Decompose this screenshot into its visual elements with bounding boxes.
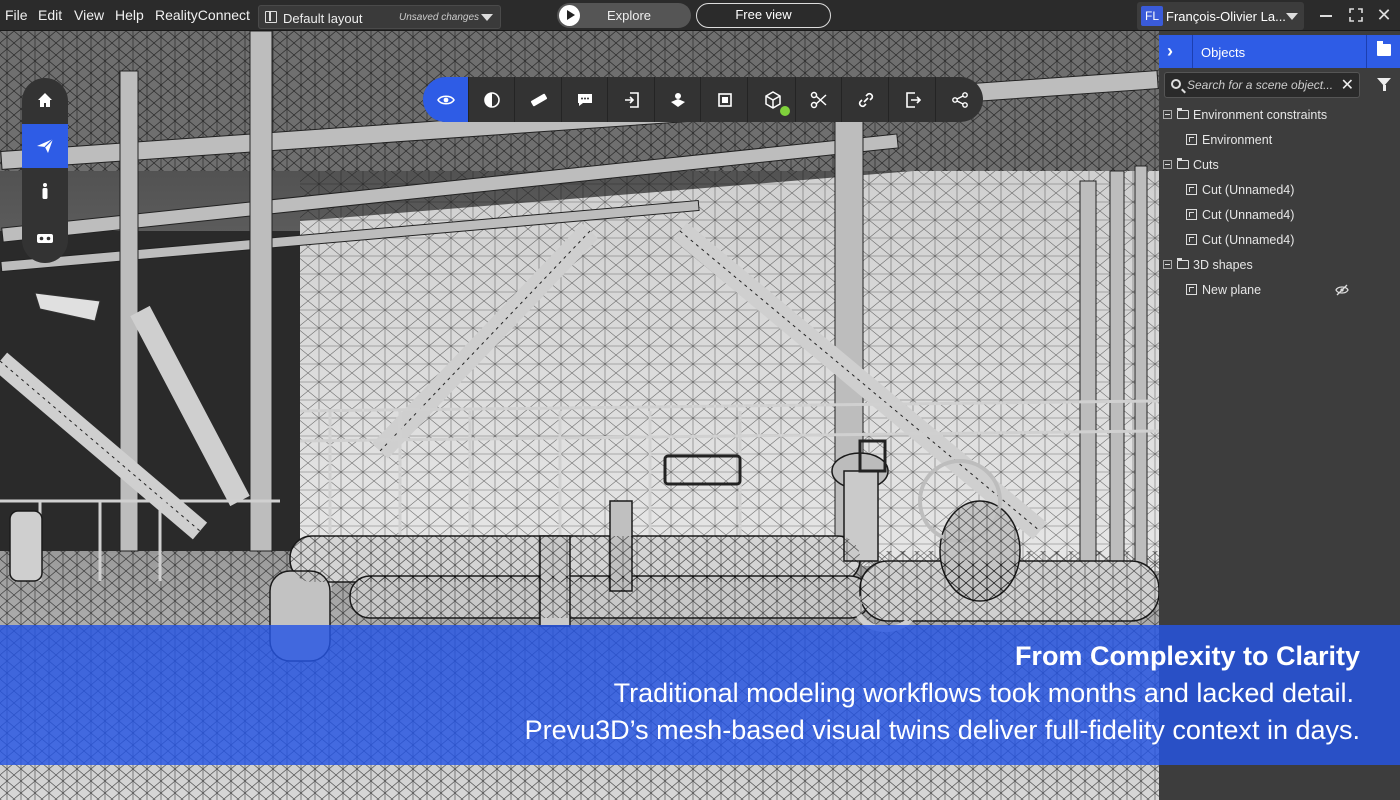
- minimize-icon[interactable]: [1314, 4, 1338, 26]
- tool-annotate[interactable]: [562, 77, 608, 122]
- tool-object[interactable]: [750, 77, 796, 122]
- objects-panel-header: › Objects: [1159, 35, 1400, 68]
- chevron-down-icon: [1286, 13, 1298, 20]
- cube-icon: [1186, 134, 1197, 145]
- link-icon: [858, 92, 874, 108]
- fullscreen-icon[interactable]: [1344, 4, 1368, 26]
- banner-line-1: Traditional modeling workflows took mont…: [613, 678, 1354, 708]
- tool-share[interactable]: [937, 77, 983, 122]
- tools-toolbar: [423, 77, 983, 122]
- explore-label: Explore: [606, 8, 652, 23]
- tree-label: Environment: [1202, 133, 1273, 147]
- person-icon: [42, 183, 48, 199]
- menu-help[interactable]: Help: [115, 7, 144, 23]
- tree-group-3d-shapes[interactable]: 3D shapes: [1159, 253, 1400, 278]
- tree-group-cuts[interactable]: Cuts: [1159, 153, 1400, 178]
- menu-view[interactable]: View: [74, 7, 104, 23]
- frame-icon: [718, 93, 732, 107]
- collapse-toggle-icon[interactable]: [1163, 260, 1172, 269]
- filter-icon[interactable]: [1377, 78, 1391, 91]
- status-dot: [780, 106, 790, 116]
- user-name: François-Olivier La...: [1166, 9, 1286, 24]
- tree-item-new-plane[interactable]: New plane: [1159, 278, 1400, 303]
- object-search: ✕: [1164, 72, 1360, 98]
- folder-open-icon: [1176, 158, 1189, 169]
- explore-button[interactable]: Explore: [557, 3, 691, 28]
- clear-search-icon[interactable]: ✕: [1341, 75, 1354, 95]
- caption-banner: From Complexity to Clarity Traditional m…: [0, 625, 1400, 765]
- folder-open-icon: [1176, 108, 1189, 119]
- tree-label: Cut (Unnamed4): [1202, 233, 1295, 247]
- cube-icon: [765, 91, 781, 109]
- chevron-down-icon: [481, 14, 493, 21]
- menu-file[interactable]: File: [5, 7, 28, 23]
- banner-line-2: Prevu3D’s mesh-based visual twins delive…: [524, 715, 1360, 745]
- share-icon: [952, 92, 968, 108]
- tree-label: Environment constraints: [1193, 108, 1328, 122]
- collapse-toggle-icon[interactable]: [1163, 160, 1172, 169]
- tree-item-cut[interactable]: Cut (Unnamed4): [1159, 203, 1400, 228]
- export-icon: [906, 92, 922, 108]
- fly-mode-button[interactable]: [22, 124, 68, 168]
- tree-label: Cuts: [1193, 158, 1219, 172]
- layout-dropdown[interactable]: Default layout Unsaved changes: [258, 5, 501, 29]
- import-icon: [625, 92, 639, 108]
- contrast-icon: [484, 92, 500, 108]
- comment-icon: [578, 94, 592, 106]
- hotspot-icon: [671, 93, 685, 107]
- folder-open-icon: [1176, 258, 1189, 269]
- layout-name: Default layout: [283, 11, 363, 26]
- tree-label: New plane: [1202, 283, 1262, 297]
- free-view-button[interactable]: Free view: [696, 3, 831, 28]
- menu-edit[interactable]: Edit: [38, 7, 62, 23]
- avatar: FL: [1141, 6, 1163, 26]
- tool-import[interactable]: [609, 77, 655, 122]
- collapse-toggle-icon[interactable]: [1163, 110, 1172, 119]
- eye-off-icon[interactable]: [1335, 284, 1349, 296]
- search-input[interactable]: [1187, 76, 1339, 94]
- tool-cut[interactable]: [796, 77, 842, 122]
- tree-item-cut[interactable]: Cut (Unnamed4): [1159, 228, 1400, 253]
- navigation-mode-bar: [22, 78, 68, 263]
- eye-icon: [437, 95, 455, 105]
- menu-bar: File Edit View Help RealityConnect Defau…: [0, 0, 1400, 31]
- vr-headset-icon: [37, 234, 53, 243]
- add-folder-icon[interactable]: [1377, 41, 1391, 56]
- cube-icon: [1186, 209, 1197, 220]
- tool-frame[interactable]: [702, 77, 748, 122]
- tree-item-environment[interactable]: Environment: [1159, 128, 1400, 153]
- close-icon[interactable]: ✕: [1372, 4, 1396, 26]
- panel-title: Objects: [1201, 45, 1246, 60]
- cube-icon: [1186, 184, 1197, 195]
- tree-label: 3D shapes: [1193, 258, 1253, 272]
- paper-plane-icon: [37, 138, 54, 153]
- tree-group-environment-constraints[interactable]: Environment constraints: [1159, 103, 1400, 128]
- banner-headline: From Complexity to Clarity: [1014, 641, 1360, 671]
- user-menu[interactable]: FL François-Olivier La...: [1137, 2, 1304, 30]
- walk-mode-button[interactable]: [22, 169, 68, 213]
- tool-contrast[interactable]: [469, 77, 515, 122]
- menu-realityconnect[interactable]: RealityConnect: [155, 7, 250, 23]
- scissors-icon: [810, 91, 827, 109]
- tool-hotspot[interactable]: [655, 77, 701, 122]
- app-window: File Edit View Help RealityConnect Defau…: [0, 0, 1400, 800]
- home-icon: [38, 93, 52, 107]
- tool-visibility[interactable]: [423, 77, 469, 122]
- tool-link[interactable]: [843, 77, 889, 122]
- tool-measure[interactable]: [516, 77, 562, 122]
- vr-mode-button[interactable]: [22, 216, 68, 260]
- cube-icon: [1186, 234, 1197, 245]
- tree-label: Cut (Unnamed4): [1202, 183, 1295, 197]
- search-icon: [1171, 79, 1181, 89]
- tree-item-cut[interactable]: Cut (Unnamed4): [1159, 178, 1400, 203]
- tool-export[interactable]: [890, 77, 936, 122]
- unsaved-changes-label: Unsaved changes: [399, 12, 480, 23]
- tree-label: Cut (Unnamed4): [1202, 208, 1295, 222]
- layout-icon: [265, 11, 277, 23]
- cube-icon: [1186, 284, 1197, 295]
- ruler-icon: [530, 93, 548, 107]
- collapse-panel-icon[interactable]: ›: [1167, 41, 1173, 62]
- home-button[interactable]: [22, 78, 68, 122]
